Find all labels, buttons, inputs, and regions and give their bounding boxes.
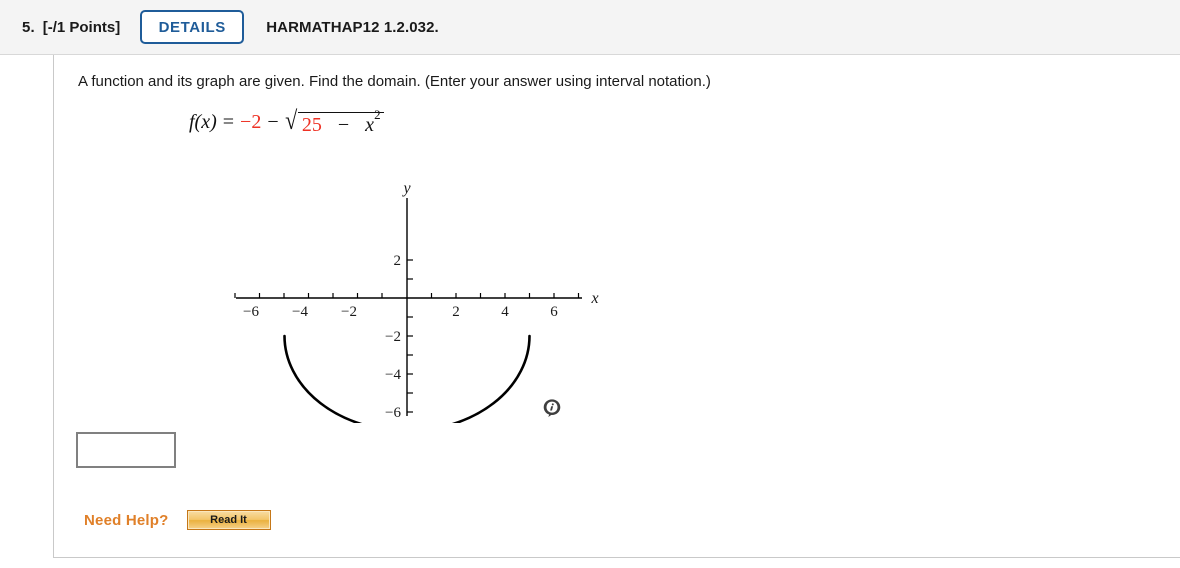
answer-input[interactable] (76, 432, 176, 468)
formula-radical: √ 25 − x2 (284, 106, 384, 136)
info-icon[interactable] (542, 398, 562, 418)
need-help-row: Need Help? Read It (84, 510, 271, 530)
x-tick-label--4: −4 (292, 304, 308, 320)
graph-svg: −6 −4 −2 2 4 6 2 −2 −4 −6 −8 y x (234, 180, 599, 423)
formula-leading-number: 2 (251, 111, 262, 133)
radicand-operator: − (337, 114, 350, 136)
need-help-label: Need Help? (84, 511, 169, 529)
formula-leading-minus: − (240, 111, 252, 133)
x-tick-label-4: 4 (501, 304, 509, 320)
formula-lhs: f(x) (189, 111, 217, 133)
read-it-button[interactable]: Read It (186, 510, 271, 530)
y-tick-label--4: −4 (385, 367, 401, 383)
function-formula: f(x) = − 2 − √ 25 − x2 (189, 106, 384, 136)
graph-tick-labels: −6 −4 −2 2 4 6 2 −2 −4 −6 −8 (243, 253, 558, 421)
function-graph: −6 −4 −2 2 4 6 2 −2 −4 −6 −8 y x (214, 173, 614, 423)
x-tick-label--2: −2 (341, 304, 357, 320)
radicand-variable: x (365, 114, 375, 136)
radicand-exponent: 2 (374, 107, 381, 123)
y-tick-label--2: −2 (385, 329, 401, 345)
radicand-number: 25 (301, 114, 322, 136)
x-tick-label-2: 2 (452, 304, 460, 320)
formula-equals: = (222, 111, 235, 133)
radical-sign-icon: √ (284, 106, 297, 135)
y-axis-ticks (407, 259, 413, 413)
question-number: 5. (22, 18, 35, 36)
y-axis-label: y (401, 180, 411, 197)
question-prompt: A function and its graph are given. Find… (78, 73, 711, 90)
x-tick-label-6: 6 (550, 304, 558, 320)
formula-radicand: 25 − x2 (297, 108, 384, 136)
question-header-bar: 5. [-/1 Points] DETAILS HARMATHAP12 1.2.… (0, 0, 1180, 55)
y-tick-label--6: −6 (385, 405, 401, 421)
graph-axes (236, 198, 582, 416)
question-panel: A function and its graph are given. Find… (53, 55, 1180, 558)
details-button[interactable]: DETAILS (140, 10, 245, 44)
question-reference-code: HARMATHAP12 1.2.032. (266, 18, 439, 36)
y-tick-label-2: 2 (394, 253, 402, 269)
question-points: [-/1 Points] (42, 18, 121, 36)
x-tick-label--6: −6 (243, 304, 259, 320)
formula-operator: − (267, 111, 279, 133)
x-axis-label: x (590, 290, 598, 307)
